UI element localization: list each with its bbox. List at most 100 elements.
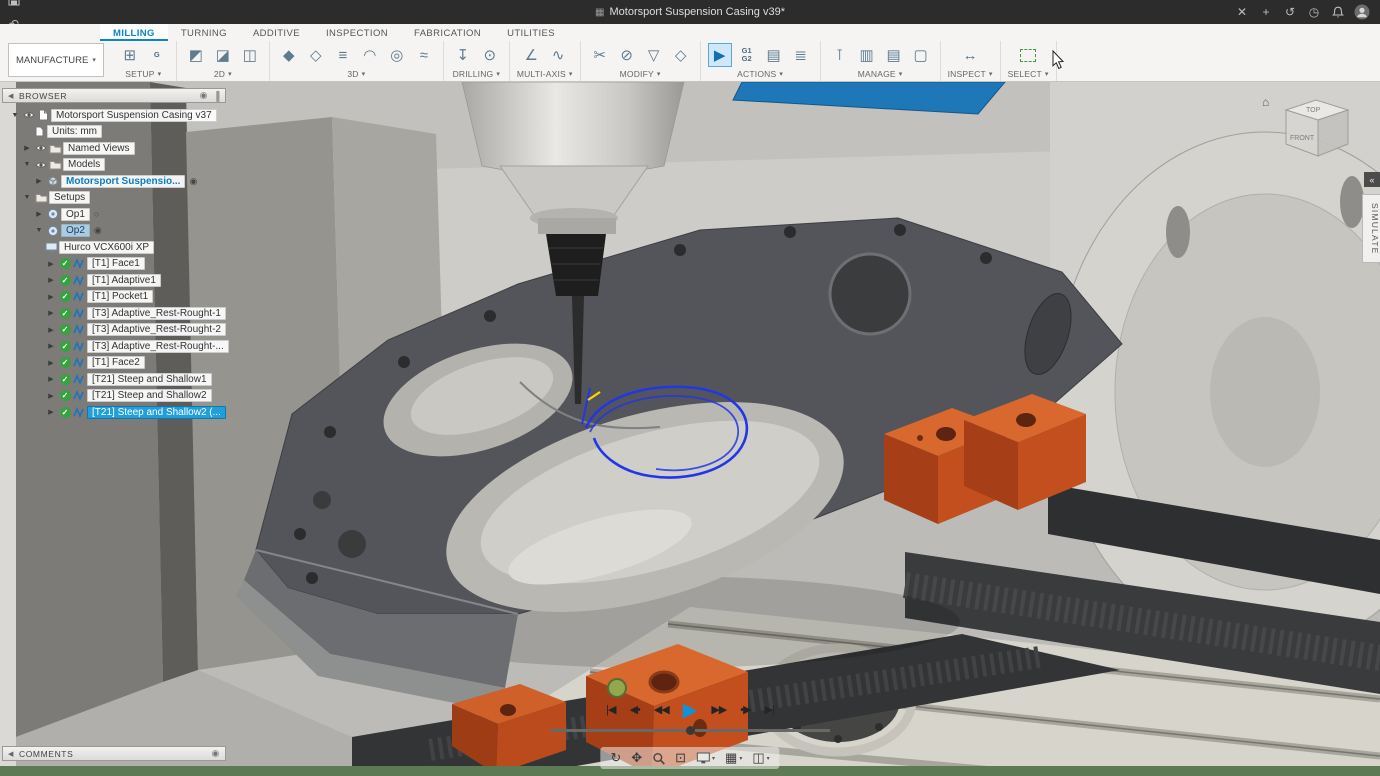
tree-item-label[interactable]: [T3] Adaptive_Rest-Rought-... xyxy=(87,339,229,353)
tree-item-op-steep1[interactable]: ▶ ✓ [T21] Steep and Shallow1 xyxy=(2,371,226,388)
skip-to-end-button[interactable]: ▶| xyxy=(765,705,775,716)
collapse-panel-icon[interactable]: ◀ xyxy=(8,92,14,100)
job-status-icon[interactable]: ↺ xyxy=(1278,0,1302,24)
post-process-icon[interactable]: G1 G2 xyxy=(735,43,759,67)
tree-item-label[interactable]: [T1] Adaptive1 xyxy=(87,273,161,287)
tree-item-op-rest3[interactable]: ▶ ✓ [T3] Adaptive_Rest-Rought-... xyxy=(2,338,229,355)
caret-right-icon[interactable]: ▶ xyxy=(20,144,34,152)
caret-down-icon[interactable]: ▼ xyxy=(20,161,34,168)
caret-right-icon[interactable]: ▶ xyxy=(44,260,58,268)
tree-item-named-views[interactable]: ▶ Named Views xyxy=(2,140,226,157)
eye-icon[interactable] xyxy=(34,143,48,153)
view-cube[interactable]: ⌂ TOP FRONT xyxy=(1256,90,1368,164)
check-icon[interactable]: ✓ xyxy=(58,324,72,336)
tree-item-label[interactable]: [T1] Face1 xyxy=(87,257,145,271)
check-icon[interactable]: ✓ xyxy=(58,390,72,402)
2d-pocket-icon[interactable]: ◪ xyxy=(211,43,235,67)
close-document-icon[interactable]: ✕ xyxy=(1230,0,1254,24)
collapse-comments-icon[interactable]: ◀ xyxy=(8,750,14,758)
tree-item-label[interactable]: [T21] Steep and Shallow1 xyxy=(87,372,212,386)
tab-utilities[interactable]: UTILITIES xyxy=(494,24,568,41)
tree-item-label[interactable]: Motorsport Suspensio... xyxy=(61,174,186,188)
3d-pocket-clearing-icon[interactable]: ◇ xyxy=(304,43,328,67)
tree-item-machine[interactable]: Hurco VCX600i XP xyxy=(2,239,226,256)
timeline-handle[interactable] xyxy=(685,725,695,735)
measure-icon[interactable]: ↔ xyxy=(958,43,982,67)
group-label-select[interactable]: SELECT ▾ xyxy=(1008,69,1049,79)
tree-item-op-steep2-copy[interactable]: ▶ ✓ [T21] Steep and Shallow2 (... xyxy=(2,404,226,421)
check-icon[interactable]: ✓ xyxy=(58,258,72,270)
group-label-actions[interactable]: ACTIONS ▾ xyxy=(737,69,783,79)
group-label-inspect[interactable]: INSPECT ▾ xyxy=(948,69,993,79)
tree-item-label[interactable]: [T1] Pocket1 xyxy=(87,290,154,304)
tab-turning[interactable]: TURNING xyxy=(168,24,240,41)
3d-steep-and-shallow-icon[interactable]: ◠ xyxy=(358,43,382,67)
group-label-modify[interactable]: MODIFY ▾ xyxy=(620,69,661,79)
new-document-tab-icon[interactable]: + xyxy=(1254,0,1278,24)
viewcube-home-icon[interactable]: ⌂ xyxy=(1262,95,1269,109)
check-icon[interactable]: ✓ xyxy=(58,357,72,369)
tree-item-label[interactable]: [T21] Steep and Shallow2 (... xyxy=(87,405,226,419)
delete-passes-icon[interactable]: ⊘ xyxy=(615,43,639,67)
tree-item-label[interactable]: [T1] Face2 xyxy=(87,356,145,370)
panel-options-icon[interactable]: ◉ xyxy=(200,90,208,101)
2d-adaptive-icon[interactable]: ◩ xyxy=(184,43,208,67)
group-label-3d[interactable]: 3D ▾ xyxy=(347,69,365,79)
tree-item-label[interactable]: Op2 xyxy=(61,224,90,238)
group-label-multi-axis[interactable]: MULTI-AXIS ▾ xyxy=(517,69,573,79)
eye-icon[interactable] xyxy=(34,160,48,170)
check-icon[interactable]: ✓ xyxy=(58,340,72,352)
zoom-icon[interactable] xyxy=(652,752,665,765)
tree-item-label[interactable]: Op1 xyxy=(61,207,90,221)
machine-library-icon[interactable]: ▢ xyxy=(909,43,933,67)
transform-toolpath-icon[interactable]: ◇ xyxy=(669,43,693,67)
save-icon[interactable] xyxy=(0,0,28,12)
group-label-drilling[interactable]: DRILLING ▾ xyxy=(453,69,501,79)
group-label-2d[interactable]: 2D ▾ xyxy=(214,69,232,79)
pan-icon[interactable]: ✥ xyxy=(631,750,642,766)
tree-item-label[interactable]: [T3] Adaptive_Rest-Rought-1 xyxy=(87,306,226,320)
caret-right-icon[interactable]: ▶ xyxy=(44,342,58,350)
tree-item-label[interactable]: [T3] Adaptive_Rest-Rought-2 xyxy=(87,323,226,337)
profile-avatar[interactable] xyxy=(1350,0,1374,24)
tree-item-label[interactable]: Models xyxy=(63,158,106,172)
3d-morph-icon[interactable]: ≈ xyxy=(412,43,436,67)
caret-down-icon[interactable]: ▼ xyxy=(32,227,46,234)
workspace-switcher-button[interactable]: MANUFACTURE ▾ xyxy=(8,43,104,77)
caret-right-icon[interactable]: ▶ xyxy=(32,210,46,218)
caret-right-icon[interactable]: ▶ xyxy=(44,392,58,400)
3d-parallel-icon[interactable]: ≡ xyxy=(331,43,355,67)
tree-item-op-rest1[interactable]: ▶ ✓ [T3] Adaptive_Rest-Rought-1 xyxy=(2,305,226,322)
tree-item-op-rest2[interactable]: ▶ ✓ [T3] Adaptive_Rest-Rought-2 xyxy=(2,322,226,339)
viewports-icon[interactable]: ◫ ▾ xyxy=(752,750,769,766)
caret-right-icon[interactable]: ▶ xyxy=(44,408,58,416)
tree-item-op-adaptive1[interactable]: ▶ ✓ [T1] Adaptive1 xyxy=(2,272,226,289)
bore-icon[interactable]: ⊙ xyxy=(478,43,502,67)
flow-icon[interactable]: ∿ xyxy=(546,43,570,67)
tree-item-units[interactable]: Units: mm xyxy=(2,124,226,141)
caret-right-icon[interactable]: ▶ xyxy=(44,276,58,284)
tab-fabrication[interactable]: FABRICATION xyxy=(401,24,494,41)
tab-additive[interactable]: ADDITIVE xyxy=(240,24,313,41)
caret-down-icon[interactable]: ▼ xyxy=(8,112,22,119)
rewind-button[interactable]: ◀◀ xyxy=(654,705,670,716)
2d-contour-icon[interactable]: ◫ xyxy=(238,43,262,67)
drill-icon[interactable]: ↧ xyxy=(451,43,475,67)
orbit-icon[interactable]: ↻ xyxy=(610,750,621,766)
tree-item-label[interactable]: Units: mm xyxy=(47,125,102,139)
group-label-manage[interactable]: MANAGE ▾ xyxy=(858,69,903,79)
tree-item-label[interactable]: [T21] Steep and Shallow2 xyxy=(87,389,212,403)
grid-settings-icon[interactable]: ▦ ▾ xyxy=(725,750,742,766)
timeline-track[interactable] xyxy=(550,725,830,735)
tree-item-label[interactable]: Hurco VCX600i XP xyxy=(59,240,155,254)
display-settings-icon[interactable]: ▾ xyxy=(696,752,715,764)
panel-resize-handle[interactable]: ▐ xyxy=(213,91,220,101)
eye-icon[interactable] xyxy=(22,110,36,120)
check-icon[interactable]: ✓ xyxy=(58,307,72,319)
fast-forward-button[interactable]: ▶▶ xyxy=(711,705,727,716)
templates-icon[interactable]: ▤ xyxy=(882,43,906,67)
tree-item-label[interactable]: Named Views xyxy=(63,141,135,155)
tree-item-op1[interactable]: ▶ Op1 ○ xyxy=(2,206,226,223)
caret-right-icon[interactable]: ▶ xyxy=(32,177,46,185)
tree-item-op-face2[interactable]: ▶ ✓ [T1] Face2 xyxy=(2,355,226,372)
